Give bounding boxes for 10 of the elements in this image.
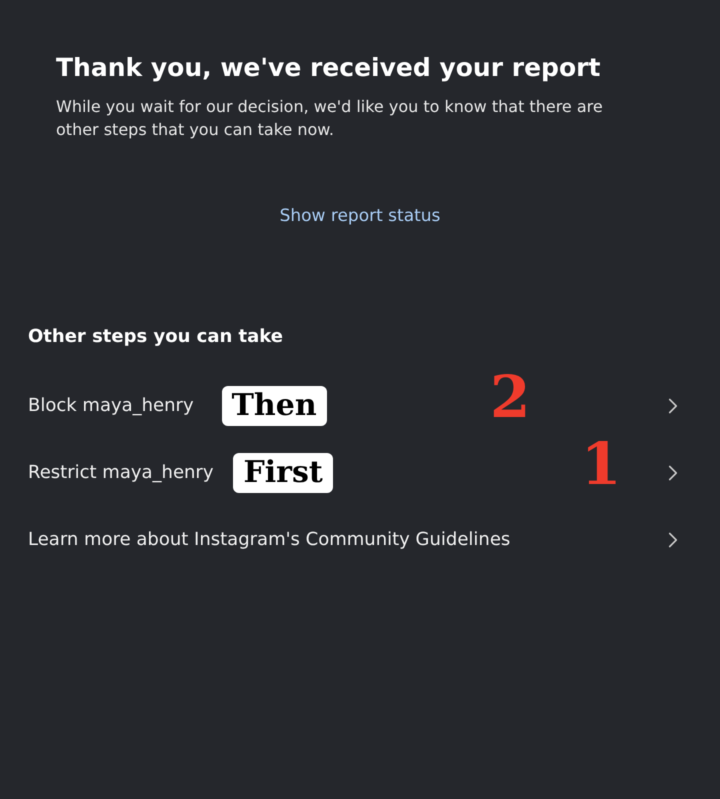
confirmation-message: While you wait for our decision, we'd like you to know that there are other steps that you can take now. (56, 96, 604, 141)
step-label: Learn more about Instagram's Community Guidelines (28, 528, 510, 552)
step-item[interactable]: Learn more about Instagram's Community Guidelines (28, 506, 692, 573)
step-label: Restrict maya_henry (28, 461, 214, 485)
confirmation-title: Thank you, we've received your report (56, 52, 602, 84)
report-status-link[interactable]: Show report status (280, 204, 440, 228)
annotation-tag: Then (222, 386, 327, 426)
annotation-tag: First (233, 452, 333, 492)
section-title: Other steps you can take (28, 325, 284, 349)
step-label: Block maya_henry (28, 394, 194, 418)
